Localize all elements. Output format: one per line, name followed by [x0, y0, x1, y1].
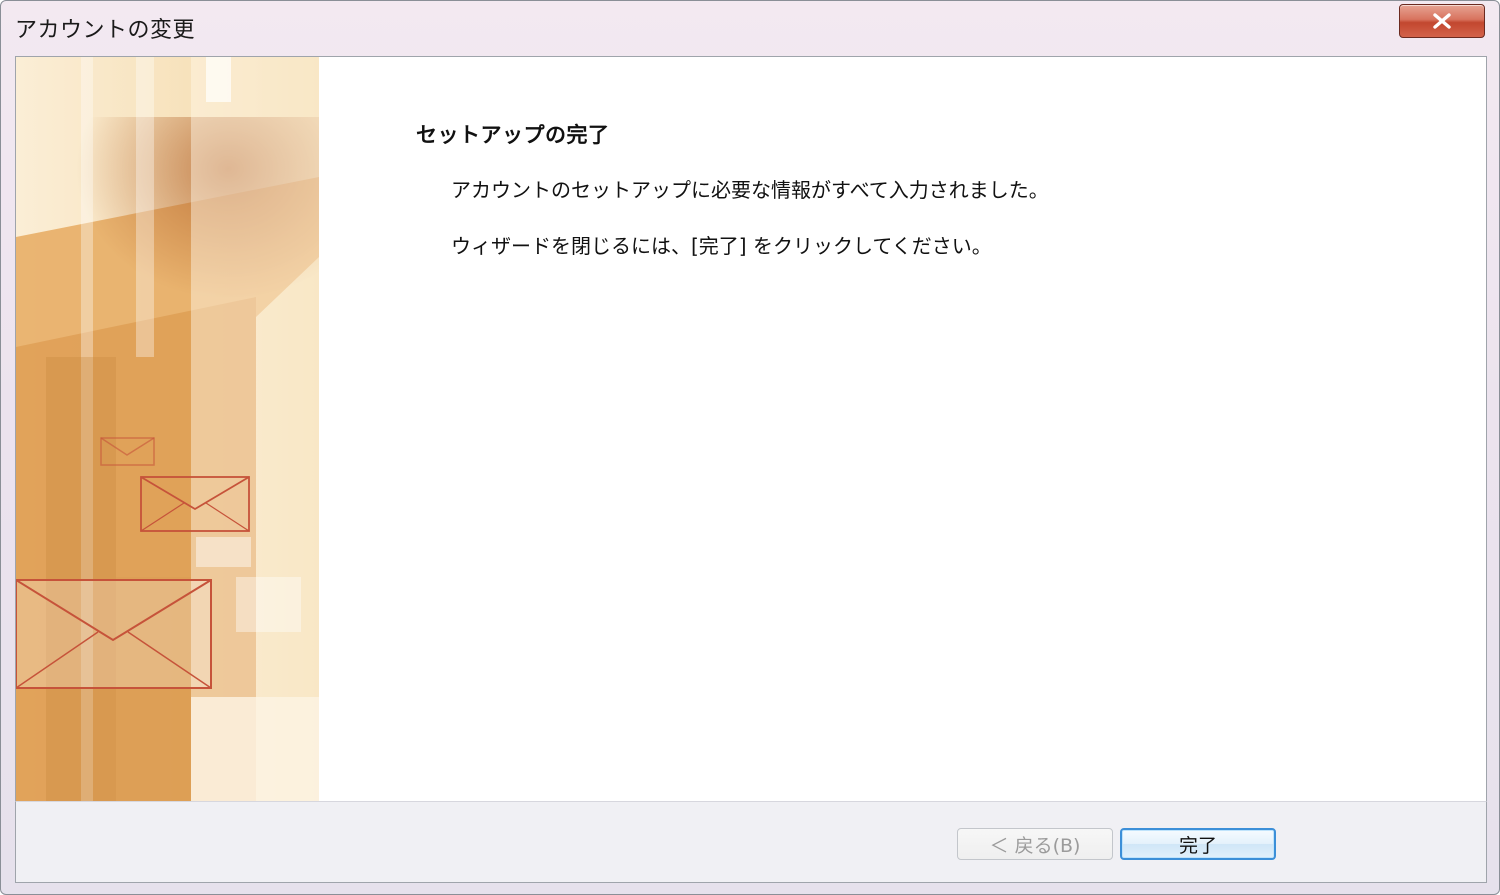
back-button[interactable]: ＜ 戻る(B): [957, 828, 1113, 860]
window-title: アカウントの変更: [15, 18, 196, 43]
finish-button[interactable]: 完了: [1120, 828, 1276, 860]
close-x-icon: [1432, 13, 1452, 29]
page-title: セットアップの完了: [416, 123, 610, 147]
instruction-text: ウィザードを閉じるには、[完了] をクリックしてください。: [451, 234, 992, 258]
button-bar: ＜ 戻る(B) 完了: [15, 801, 1487, 883]
info-text: アカウントのセットアップに必要な情報がすべて入力されました。: [451, 178, 1049, 202]
title-bar[interactable]: アカウントの変更: [1, 1, 1499, 55]
dialog-window: アカウントの変更 セットアップの完了 アカウントのセットアップに必要な情報がすべ…: [0, 0, 1500, 895]
wizard-content: セットアップの完了 アカウントのセットアップに必要な情報がすべて入力されました。…: [15, 56, 1487, 802]
mail-banner-image: [16, 57, 319, 802]
close-button[interactable]: [1399, 4, 1485, 38]
mail-envelopes-illustration: [16, 57, 319, 802]
completion-message: セットアップの完了 アカウントのセットアップに必要な情報がすべて入力されました。…: [416, 119, 1049, 258]
